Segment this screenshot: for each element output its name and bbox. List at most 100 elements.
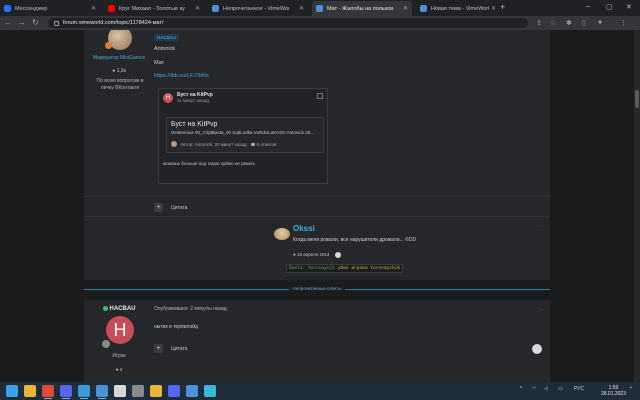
taskbar-app-app10-icon[interactable]	[168, 385, 180, 397]
embed-time: 11 минут назад	[177, 98, 209, 103]
embed-avatar: H	[163, 93, 173, 103]
scrollbar-thumb[interactable]	[635, 90, 639, 108]
wifi-icon[interactable]: ◠	[532, 386, 536, 392]
embed-inner-card[interactable]: Буст на KitPvp Deleterious 00_CriptBasta…	[166, 117, 324, 153]
author-role: Игрок	[112, 353, 126, 359]
signature-date: ● 18 апреля 2014	[293, 252, 342, 258]
taskbar-active-indicator	[98, 398, 106, 399]
user-tag[interactable]: HACBAU	[154, 34, 179, 41]
post-text: нытик и терпилойд	[154, 324, 198, 330]
tray-chevron-icon[interactable]: ^	[520, 386, 522, 392]
taskbar-app-chrome-icon[interactable]	[42, 385, 54, 397]
signature-text: Когда меня рожали, все нарушители дрожал…	[293, 237, 417, 243]
divider	[84, 216, 550, 217]
more-options-icon[interactable]: …	[536, 222, 541, 228]
url-text: forum.vimeworld.com/topic/1178424-мат/	[63, 20, 164, 26]
signature-code-rest: убил игрока torovaychik	[335, 266, 401, 271]
author-about: По всем вопросам в личку ВКонтакте	[96, 78, 144, 91]
taskbar-app-launcher-icon[interactable]	[96, 385, 108, 397]
post-card: Модератор MiniGames ● 1,3к По всем вопро…	[84, 30, 550, 216]
taskbar-app-app7-icon[interactable]	[114, 385, 126, 397]
sidepanel-icon[interactable]: ▯	[582, 19, 586, 27]
more-options-icon[interactable]: …	[539, 306, 544, 312]
topic-embed[interactable]: H Буст на KitPvp 11 минут назад Буст на …	[158, 88, 328, 184]
plus-icon[interactable]: +	[154, 203, 163, 212]
minimize-icon[interactable]: –	[586, 3, 590, 10]
taskbar-app-discord-icon[interactable]	[60, 385, 72, 397]
close-icon[interactable]: ✕	[491, 5, 496, 12]
close-icon[interactable]: ✕	[403, 5, 408, 12]
rank-badge-icon	[102, 340, 110, 348]
youtube-icon	[108, 5, 115, 12]
taskbar-app-app9-icon[interactable]	[150, 385, 162, 397]
close-window-icon[interactable]: ✕	[626, 3, 632, 11]
quote-button[interactable]: Цитата	[171, 346, 187, 352]
reaction-icon	[335, 252, 342, 258]
avatar	[171, 141, 177, 147]
taskbar-app-vimeworld-icon[interactable]	[78, 385, 90, 397]
bookmark-icon[interactable]: ☆	[550, 19, 556, 27]
extensions-icon[interactable]: ✱	[566, 19, 572, 27]
post-line: Antonick	[154, 46, 176, 52]
forward-icon[interactable]: →	[18, 18, 26, 27]
tab-messenger[interactable]: Мессенджер ✕	[0, 1, 100, 16]
unread-label: Непрочитанные ответы	[84, 286, 550, 292]
taskbar-active-indicator	[62, 398, 70, 399]
tab-label: Мессенджер	[15, 5, 48, 12]
author-name[interactable]: HACBAU	[84, 306, 154, 312]
post-link[interactable]: https://ibb.co/LFJ7bRs	[154, 73, 209, 79]
quote-button[interactable]: Цитата	[171, 205, 187, 211]
maximize-icon[interactable]: ▢	[606, 3, 613, 11]
taskbar-app-app11-icon[interactable]	[186, 385, 198, 397]
plus-icon[interactable]: +	[154, 344, 163, 353]
notifications-icon[interactable]: ▪	[630, 385, 632, 391]
new-tab-button[interactable]: +	[500, 2, 505, 12]
signature-card: Okssi Когда меня рожали, все нарушители …	[84, 216, 550, 280]
quote-row: + Цитата	[154, 344, 187, 353]
back-icon[interactable]: ←	[4, 18, 12, 27]
profile-icon[interactable]: ●	[598, 19, 602, 26]
clock[interactable]: 1:59 28.01.2023	[601, 385, 626, 397]
taskbar-active-indicator	[44, 398, 52, 399]
url-input[interactable]: forum.vimeworld.com/topic/1178424-мат/	[48, 18, 528, 28]
close-icon[interactable]: ✕	[299, 5, 304, 12]
tab-unread[interactable]: Непрочитанное - VimeWorld ✕	[208, 1, 308, 16]
signature-name[interactable]: Okssi	[293, 224, 315, 233]
vimeworld-icon	[212, 5, 219, 12]
unread-label-text: Непрочитанные ответы	[288, 286, 346, 291]
tab-label: Непрочитанное - VimeWorld	[223, 5, 289, 12]
avatar[interactable]: H	[106, 316, 134, 344]
volume-icon[interactable]: ◁	[544, 386, 548, 392]
reputation-value: 1,3к	[116, 68, 126, 74]
embed-meta-replies: 6 ответов	[256, 141, 277, 147]
vimeworld-icon	[420, 5, 427, 12]
signature-code-user: Duelz: torovayuji	[289, 266, 336, 271]
embed-footer-text: можешь больше под такую хуйню не рекать	[163, 161, 255, 166]
quote-row: + Цитата	[154, 203, 187, 212]
taskbar-app-start-icon[interactable]	[6, 385, 18, 397]
rank-badge-icon	[105, 42, 112, 49]
vimeworld-icon	[316, 5, 323, 12]
language-indicator[interactable]: РУС	[574, 386, 584, 392]
tab-complaint[interactable]: Мат - Жалобы на пользоват ✕	[312, 1, 412, 16]
reload-icon[interactable]: ↻	[32, 18, 39, 27]
tab-youtube[interactable]: Круг Михаил - Золотые ку ✕	[104, 1, 204, 16]
close-icon[interactable]: ✕	[195, 5, 200, 12]
post-count: ● 3	[84, 367, 154, 372]
external-link-icon[interactable]	[317, 93, 323, 99]
battery-icon[interactable]: ▭	[558, 386, 563, 392]
close-icon[interactable]: ✕	[91, 5, 96, 12]
taskbar: ^ ◠ ◁ ▭ РУС 1:59 28.01.2023 ▪	[0, 382, 640, 400]
embed-inner-title: Буст на KitPvp	[171, 121, 218, 128]
taskbar-app-app12-icon[interactable]	[204, 385, 216, 397]
reaction-icon[interactable]	[532, 344, 542, 354]
taskbar-app-app8-icon[interactable]	[132, 385, 144, 397]
menu-icon[interactable]: ⋮	[620, 19, 627, 27]
browser-tab-bar: Мессенджер ✕ Круг Михаил - Золотые ку ✕ …	[0, 0, 640, 16]
signature-code: Duelz: torovayuji убил игрока torovaychi…	[286, 264, 404, 273]
scrollbar[interactable]	[634, 30, 640, 382]
share-icon[interactable]: ⇪	[536, 19, 542, 27]
post-card: HACBAU H Игрок ● 3 Опубликовано: 2 минут…	[84, 300, 550, 382]
taskbar-app-explorer-icon[interactable]	[24, 385, 36, 397]
tab-new-topic[interactable]: Новая тема - VimeWorld - Фор ✕	[416, 1, 500, 16]
